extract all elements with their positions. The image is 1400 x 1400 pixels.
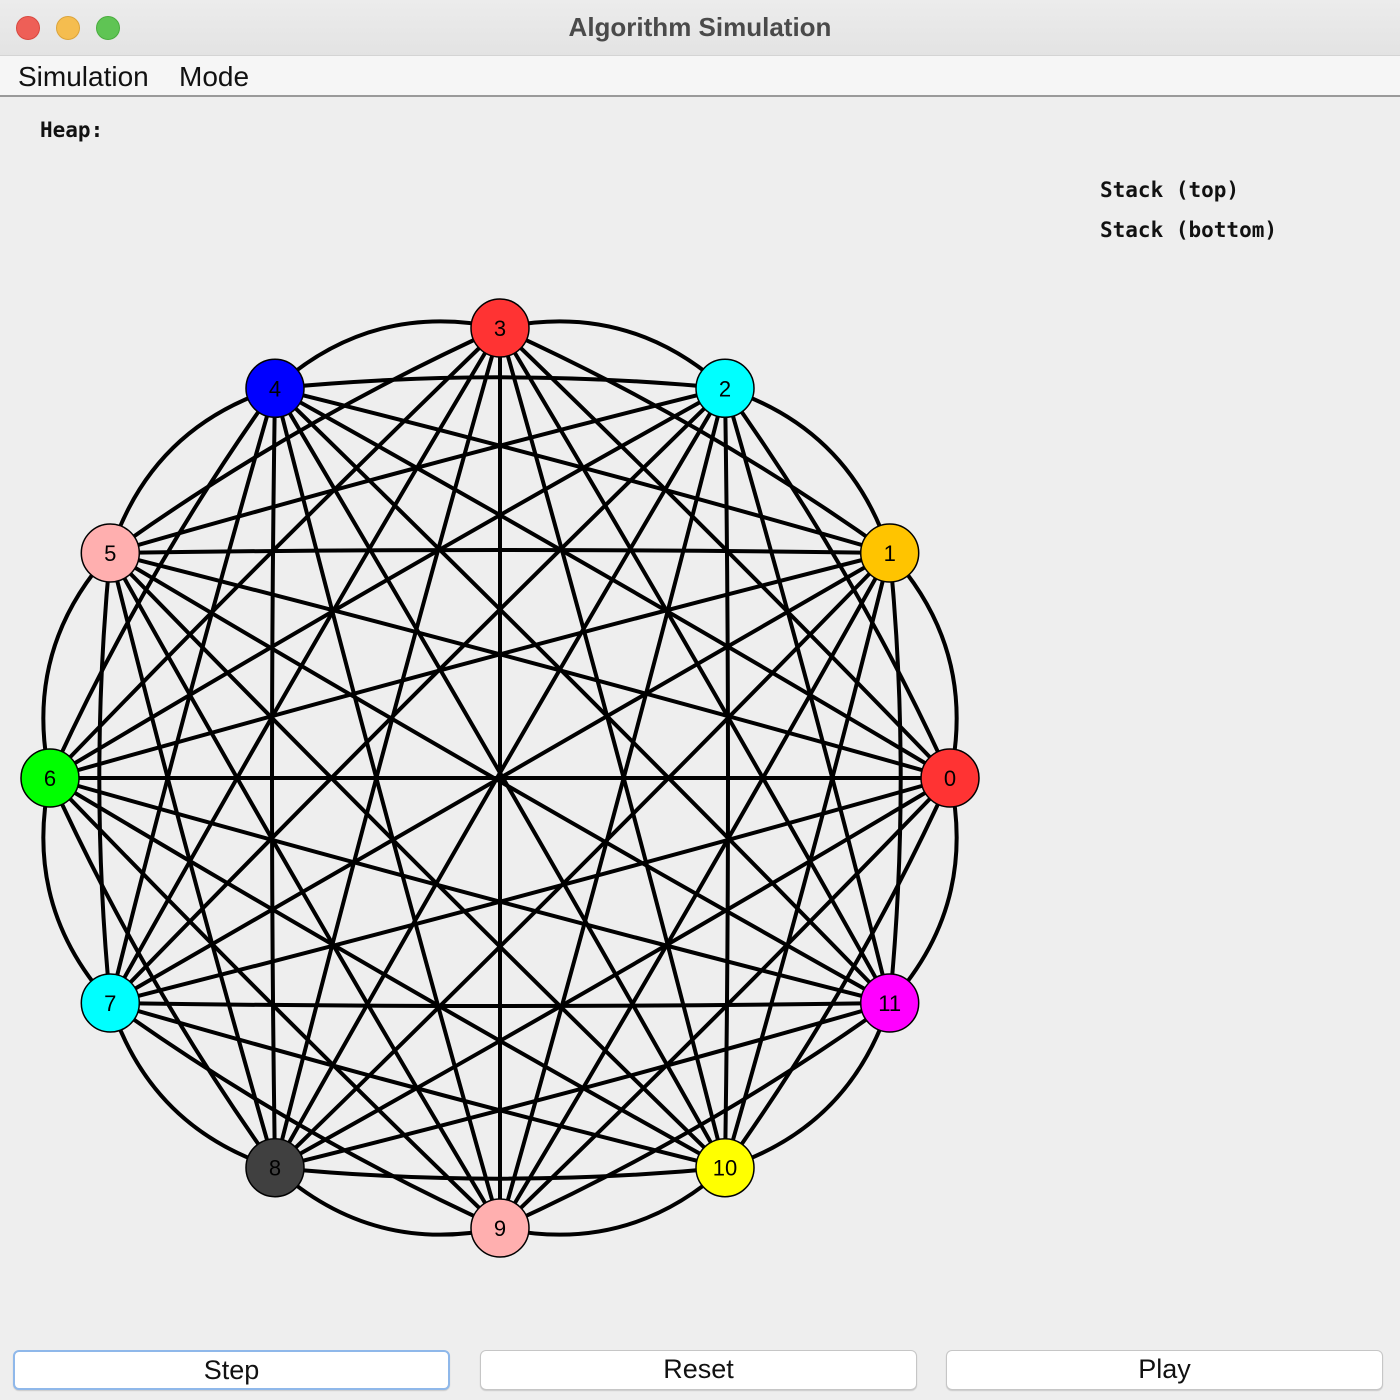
graph-node-2[interactable]: 2: [695, 358, 755, 419]
graph-node-label-9: 9: [494, 1216, 506, 1241]
graph-node-10[interactable]: 10: [695, 1137, 755, 1198]
edge-4-11: [273, 386, 892, 1005]
graph-node-8[interactable]: 8: [245, 1137, 305, 1198]
graph-node-label-6: 6: [44, 766, 56, 791]
graph-node-label-0: 0: [944, 766, 956, 791]
graph-node-label-8: 8: [269, 1156, 281, 1181]
graph-node-7[interactable]: 7: [80, 973, 141, 1033]
play-button[interactable]: Play: [946, 1350, 1383, 1390]
graph-node-9[interactable]: 9: [470, 1198, 530, 1258]
graph-node-1[interactable]: 1: [859, 523, 920, 583]
graph-node-label-11: 11: [878, 991, 901, 1016]
graph-node-label-7: 7: [104, 991, 116, 1016]
graph-node-label-2: 2: [719, 376, 731, 401]
step-button[interactable]: Step: [13, 1350, 450, 1390]
graph-canvas: 0 1 2 3 4 5 6 7 8 9 10 11: [20, 298, 980, 1258]
graph-node-6[interactable]: 6: [20, 748, 80, 808]
graph-node-0[interactable]: 0: [920, 748, 980, 808]
graph-node-label-10: 10: [713, 1156, 737, 1181]
graph-node-11[interactable]: 11: [859, 973, 920, 1033]
graph-node-label-4: 4: [269, 376, 281, 401]
graph-node-5[interactable]: 5: [80, 523, 141, 583]
graph-node-label-5: 5: [104, 541, 116, 566]
graph-node-4[interactable]: 4: [245, 358, 305, 419]
graph-node-label-3: 3: [494, 316, 506, 341]
graph-node-label-1: 1: [884, 541, 896, 566]
reset-button[interactable]: Reset: [480, 1350, 917, 1390]
edges-layer: [41, 319, 959, 1237]
graph-node-3[interactable]: 3: [470, 298, 530, 358]
